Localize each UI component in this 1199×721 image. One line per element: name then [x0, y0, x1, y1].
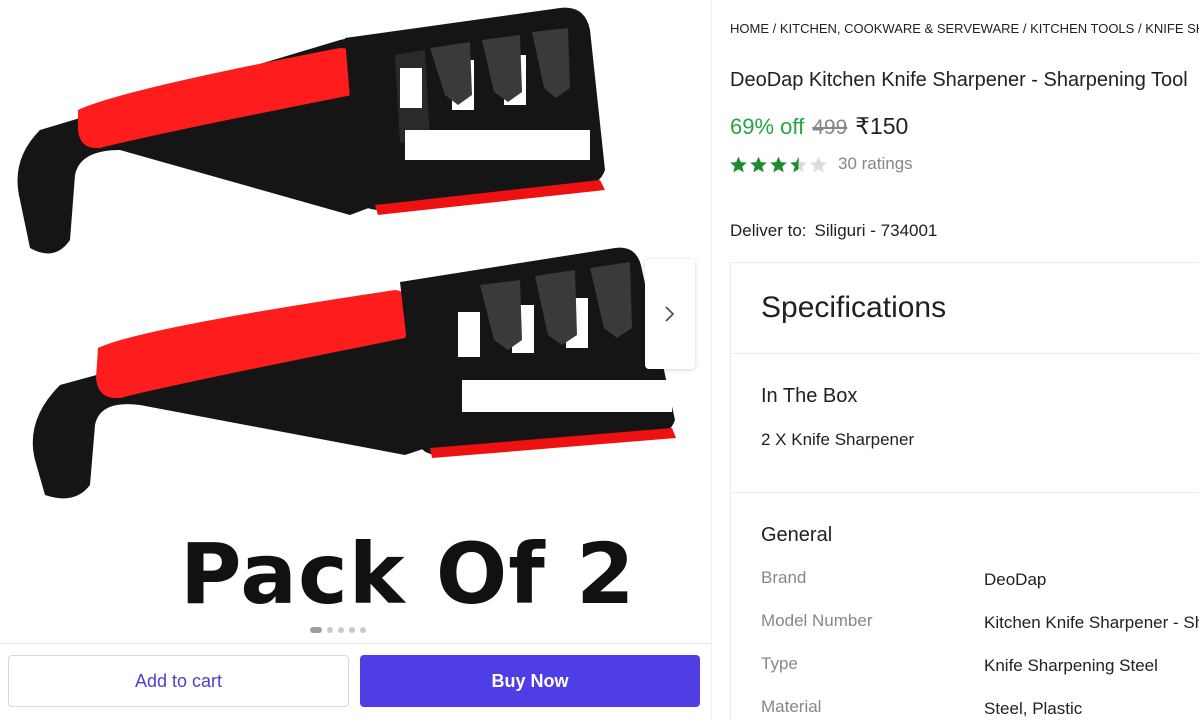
ratings-count[interactable]: 30 ratings: [838, 154, 913, 174]
product-title: DeoDap Kitchen Knife Sharpener - Sharpen…: [730, 69, 1188, 91]
breadcrumb-home[interactable]: HOME: [730, 21, 769, 36]
delivery-pincode[interactable]: Siliguri - 734001: [815, 221, 938, 240]
spec-key: Brand: [761, 568, 807, 587]
star-empty-icon: [810, 156, 827, 172]
specifications-title: Specifications: [761, 291, 947, 324]
price-row: 69% off 499 ₹150: [730, 113, 908, 140]
spec-value: Kitchen Knife Sharpener - Sharpening Too…: [984, 613, 1199, 632]
buy-now-button[interactable]: Buy Now: [360, 655, 700, 707]
breadcrumb-kitchen-tools[interactable]: KITCHEN TOOLS: [1030, 21, 1134, 36]
breadcrumb-separator: /: [1022, 21, 1031, 36]
original-price: 499: [812, 116, 848, 139]
delivery-location[interactable]: Deliver to: Siliguri - 734001: [730, 221, 937, 241]
product-details: HOME / KITCHEN, COOKWARE & SERVEWARE / K…: [712, 0, 1199, 721]
sharpener-top-image: [17, 7, 605, 254]
star-full-icon: [730, 156, 747, 172]
breadcrumb-knife-sharpeners[interactable]: KNIFE SHARPENERS: [1145, 21, 1199, 36]
next-image-button[interactable]: [645, 259, 695, 369]
spec-value: DeoDap: [984, 570, 1047, 589]
general-title: General: [761, 524, 833, 546]
spec-key: Type: [761, 654, 798, 673]
discount-percent: 69% off: [730, 114, 805, 139]
star-half-icon: [790, 156, 807, 172]
carousel-dot[interactable]: [327, 627, 333, 633]
in-the-box-title: In The Box: [761, 385, 858, 407]
rating-row[interactable]: 30 ratings: [729, 154, 913, 174]
carousel-dot[interactable]: [349, 627, 355, 633]
spec-key: Material: [761, 697, 822, 716]
image-carousel-dots: [310, 627, 366, 633]
divider: [731, 353, 1199, 354]
add-to-cart-button[interactable]: Add to cart: [8, 655, 349, 707]
purchase-action-bar: Add to cart Buy Now: [0, 643, 712, 721]
star-full-icon: [770, 156, 787, 172]
carousel-dot-active[interactable]: [310, 627, 322, 633]
product-image[interactable]: [0, 0, 712, 615]
breadcrumb-separator: /: [772, 21, 780, 36]
carousel-dot[interactable]: [360, 627, 366, 633]
breadcrumb: HOME / KITCHEN, COOKWARE & SERVEWARE / K…: [730, 21, 1199, 36]
sharpener-bottom-image: [32, 247, 676, 499]
deliver-to-label: Deliver to:: [730, 221, 807, 240]
breadcrumb-kitchen[interactable]: KITCHEN, COOKWARE & SERVEWARE: [780, 21, 1019, 36]
spec-key: Model Number: [761, 611, 873, 630]
spec-value: Steel, Plastic: [984, 699, 1083, 718]
in-the-box-item: 2 X Knife Sharpener: [761, 430, 915, 449]
selling-price: ₹150: [855, 113, 909, 139]
product-gallery: Pack Of 2 Add to cart Buy Now: [0, 0, 712, 721]
star-full-icon: [750, 156, 767, 172]
chevron-right-icon: [665, 306, 675, 322]
star-rating: [729, 155, 828, 174]
carousel-dot[interactable]: [338, 627, 344, 633]
specifications-card: Specifications In The Box 2 X Knife Shar…: [730, 262, 1199, 721]
divider: [731, 492, 1199, 493]
spec-value: Knife Sharpening Steel: [984, 656, 1158, 675]
pack-of-label: Pack Of 2: [180, 525, 636, 623]
